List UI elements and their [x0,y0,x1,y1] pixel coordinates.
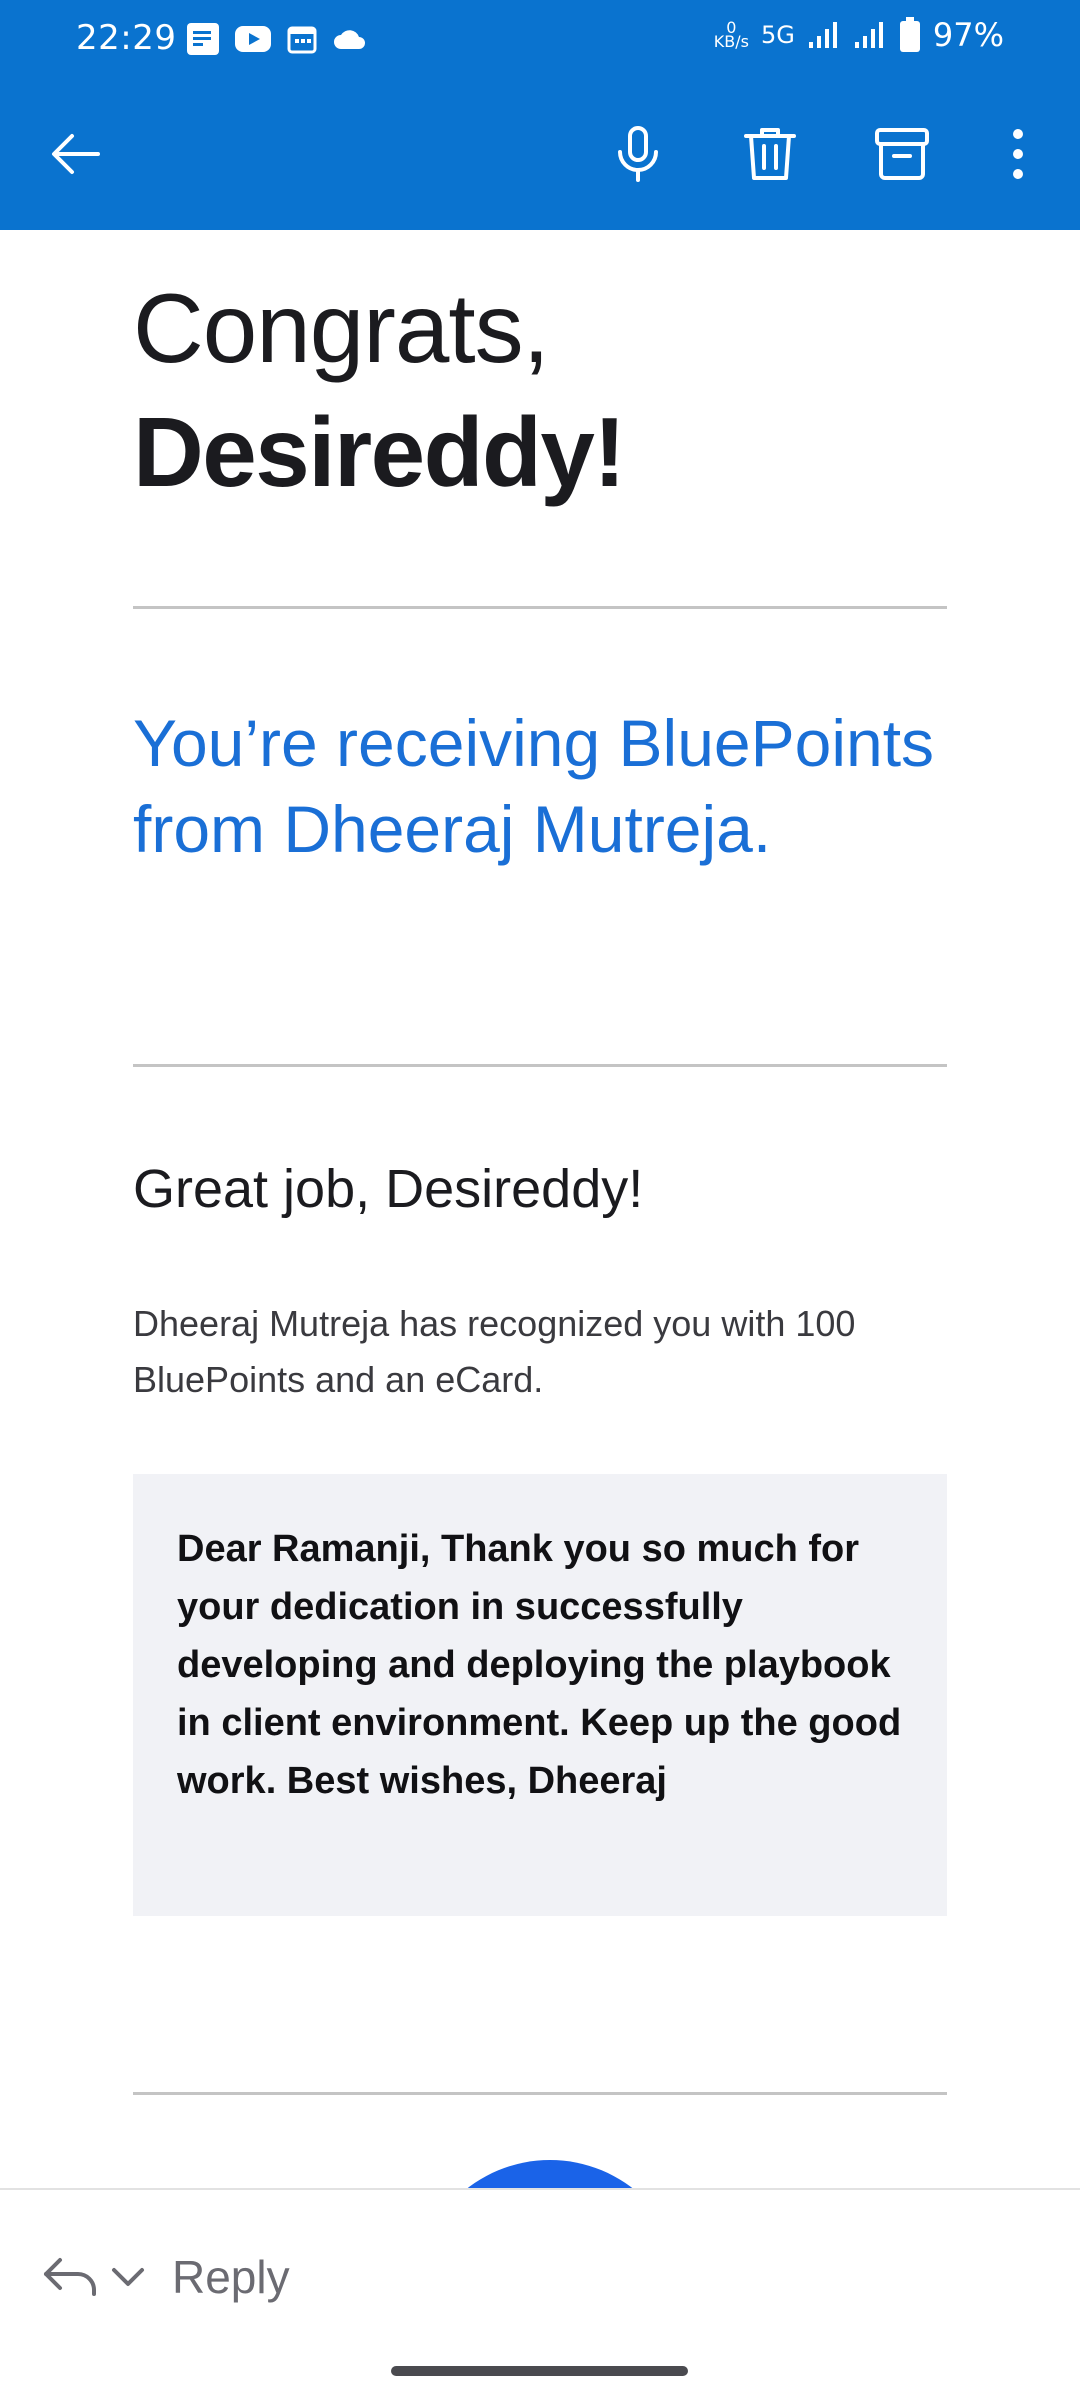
voice-button[interactable] [588,104,688,204]
trash-icon [744,128,796,180]
great-job-heading: Great job, Desireddy! [133,1159,644,1219]
back-arrow-icon [52,134,100,174]
reply-icon[interactable] [38,2246,102,2306]
archive-button[interactable] [852,104,952,204]
notes-icon [187,23,219,55]
chevron-down-icon[interactable] [108,2256,148,2296]
status-right: 0 KB/s 5G 97% [714,16,1004,54]
app-bar [0,78,1080,230]
back-button[interactable] [26,104,126,204]
greeting-line1: Congrats, [133,273,550,383]
home-indicator[interactable] [391,2366,688,2376]
net-speed: 0 KB/s [713,18,749,51]
divider [133,606,947,609]
divider [133,1064,947,1067]
ecard-message: Dear Ramanji, Thank you so much for your… [177,1528,902,1802]
status-time: 22:29 [76,18,177,58]
delete-button[interactable] [720,104,820,204]
signal-icon [808,22,837,48]
microphone-icon [618,126,658,182]
signal-icon [854,22,883,48]
network-type: 5G [761,21,795,49]
more-options-button[interactable] [968,104,1068,204]
top-bar: 22:29 0 KB/s 5G 97% [0,0,1080,230]
battery-percent: 97% [932,16,1004,54]
reply-button[interactable]: Reply [172,2250,290,2304]
youtube-icon [235,26,271,52]
divider [133,2092,947,2095]
archive-icon [875,128,929,180]
cloud-icon [334,30,365,49]
recognition-text: Dheeraj Mutreja has recognized you with … [133,1303,856,1400]
bluepoints-headline: You’re receiving BluePoints from Dheeraj… [133,706,935,866]
greeting-name: Desireddy! [133,397,626,507]
more-vertical-icon [1013,129,1023,179]
calendar-icon [287,26,317,54]
ecard-message-box: Dear Ramanji, Thank you so much for your… [133,1474,947,1916]
notification-icons [186,22,368,56]
status-bar: 22:29 0 KB/s 5G 97% [0,0,1080,78]
battery-icon [899,17,920,52]
